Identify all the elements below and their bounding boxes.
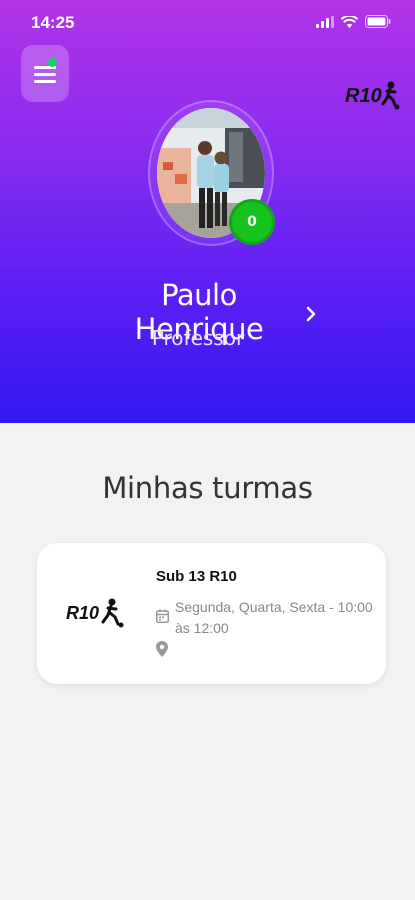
class-title: Sub 13 R10 <box>156 568 237 585</box>
location-pin-icon <box>156 641 168 657</box>
section-title: Minhas turmas <box>102 471 313 505</box>
r10-logo: R10 <box>345 81 400 110</box>
status-bar: 14:25 <box>0 0 415 46</box>
notification-dot <box>48 58 57 67</box>
cellular-signal-icon <box>316 15 334 28</box>
user-role: Professor <box>151 326 245 350</box>
chevron-right-icon[interactable] <box>303 304 319 324</box>
svg-text:R10: R10 <box>345 85 382 107</box>
profile-header: 14:25 R10 0 Paulo Henrique Professor <box>0 0 415 423</box>
score-badge: 0 <box>229 199 275 245</box>
class-logo: R10 <box>66 598 124 628</box>
calendar-icon <box>156 609 169 623</box>
menu-button[interactable] <box>21 45 69 102</box>
class-card[interactable]: R10 Sub 13 R10 Segunda, Quarta, Sexta - … <box>37 543 386 684</box>
battery-icon <box>365 15 391 28</box>
status-icons <box>316 15 391 28</box>
wifi-icon <box>341 15 358 28</box>
status-time: 14:25 <box>31 13 75 32</box>
class-schedule: Segunda, Quarta, Sexta - 10:00 às 12:00 <box>175 599 373 636</box>
svg-text:R10: R10 <box>66 603 99 623</box>
